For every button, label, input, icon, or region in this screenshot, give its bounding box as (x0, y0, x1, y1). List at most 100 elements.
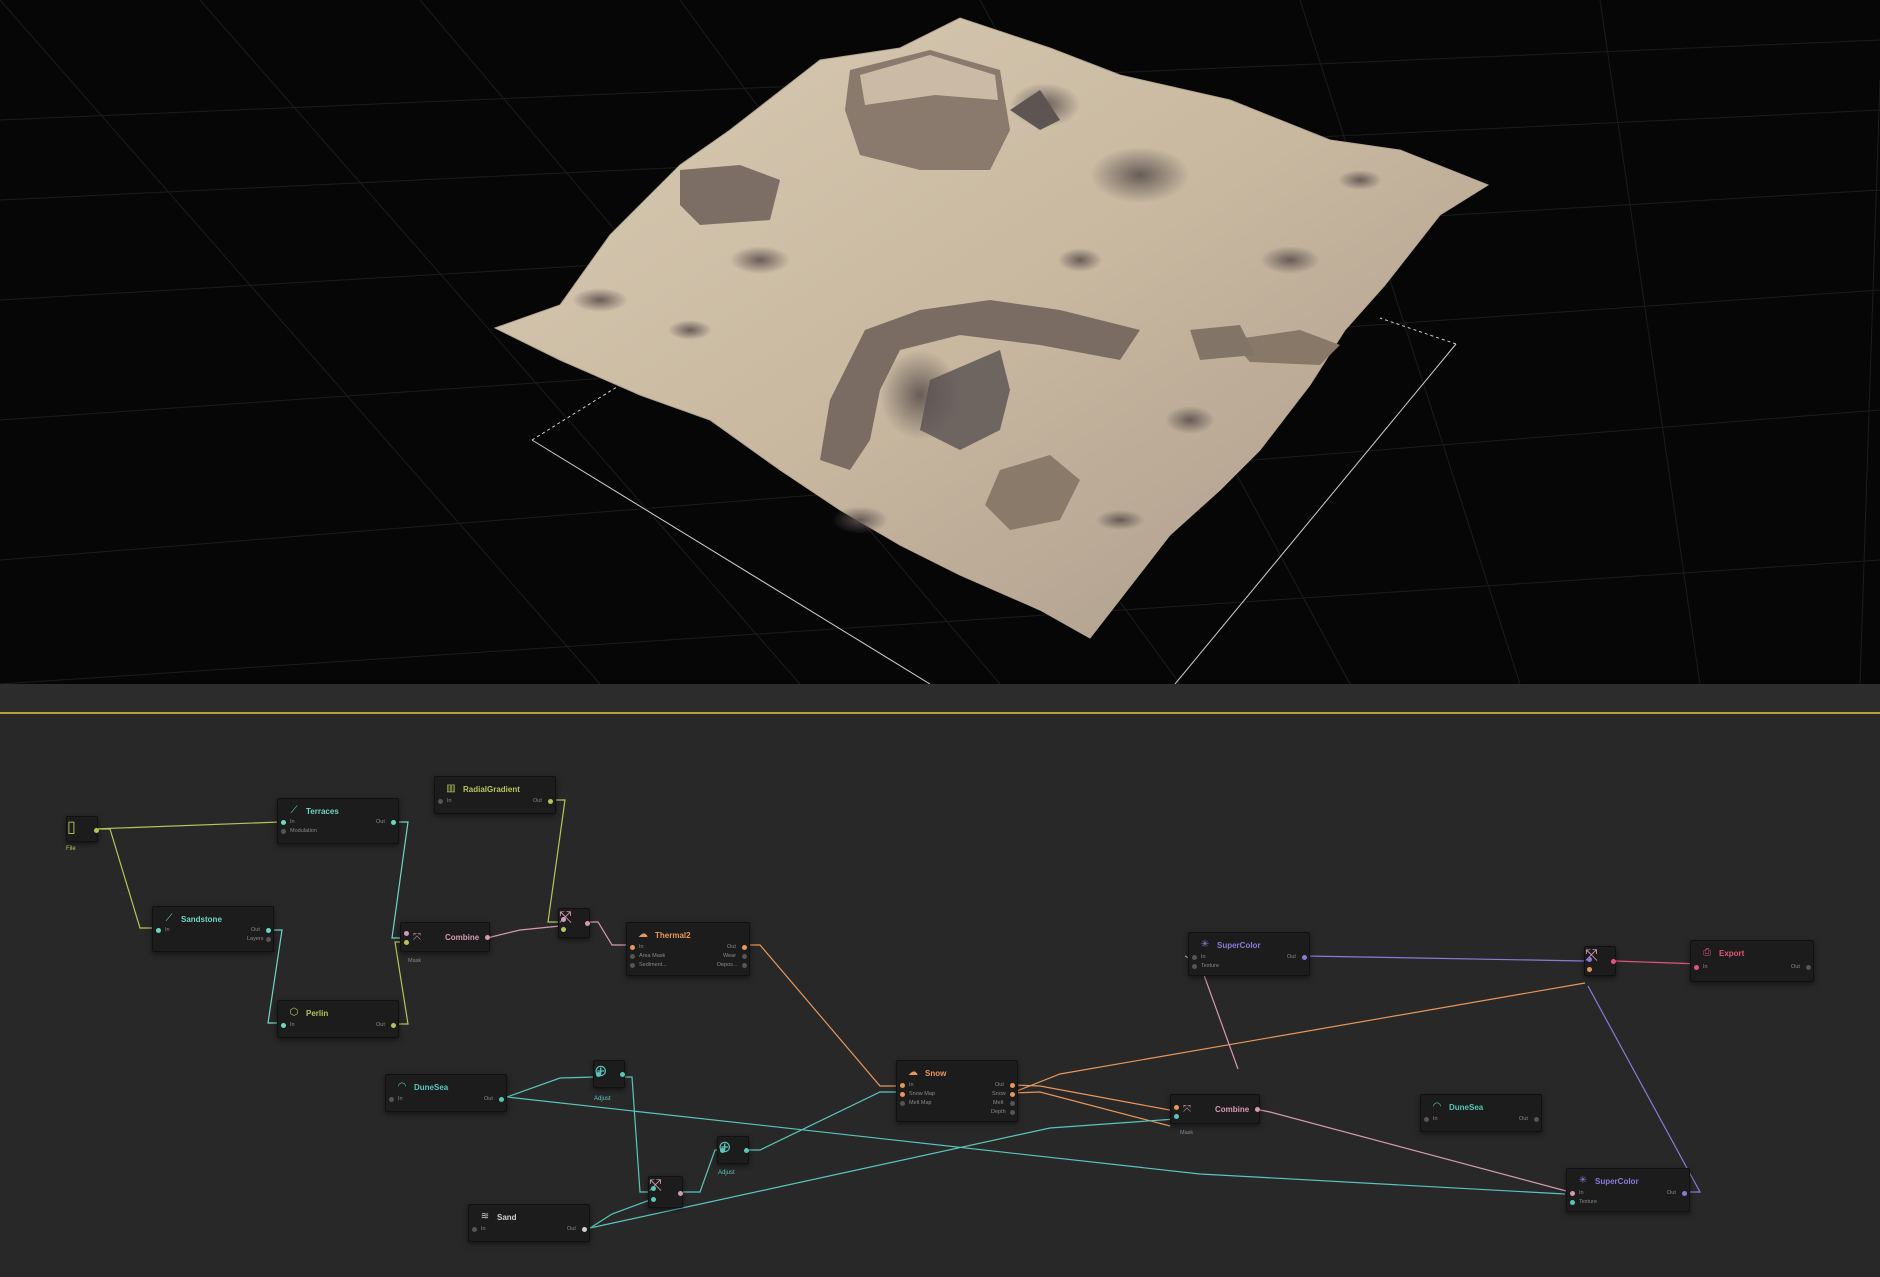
combine-mini-node-3[interactable]: ⤧ (1584, 946, 1616, 976)
snow-snowmap-port[interactable] (900, 1092, 905, 1097)
supercolor1-in-port[interactable] (1192, 955, 1197, 960)
combine-mini-3-in2-port[interactable] (1587, 967, 1592, 972)
snow-meltmap-port[interactable] (900, 1101, 905, 1106)
thermal2-areamask-port[interactable] (630, 954, 635, 959)
snow-depth-port[interactable] (1010, 1110, 1015, 1115)
terraces-node[interactable]: ⟋ Terraces In Modulation Out (277, 798, 399, 844)
combine-mini-2-out-port[interactable] (678, 1191, 683, 1196)
supercolor2-out-port[interactable] (1682, 1191, 1687, 1196)
sandstone-in-port[interactable] (156, 928, 161, 933)
combine-mini-1-in-port[interactable] (561, 917, 566, 922)
supercolor-icon: ✳ (1200, 939, 1210, 950)
radialgradient-title: RadialGradient (463, 785, 520, 794)
export-out-port[interactable] (1806, 965, 1811, 970)
export-in-port[interactable] (1694, 965, 1699, 970)
terraces-modulation-port[interactable] (281, 829, 286, 834)
adjust2-node[interactable]: ⊕ (717, 1136, 749, 1164)
thermal2-sediment-label: Sediment... (639, 962, 667, 968)
combine1-out-port[interactable] (485, 935, 490, 940)
dunesea2-out-port[interactable] (1534, 1117, 1539, 1122)
combine-mini-2-in-port[interactable] (651, 1186, 656, 1191)
adjust1-out-port[interactable] (620, 1072, 625, 1077)
node-graph[interactable]: ▯ File ⟋ Terraces In Modulation Out ▥ Ra… (0, 714, 1880, 1277)
sand-in-port[interactable] (472, 1227, 477, 1232)
thermal2-sediment-port[interactable] (630, 963, 635, 968)
adjust1-node[interactable]: ⊕ (593, 1060, 625, 1088)
sandstone-title: Sandstone (181, 915, 222, 924)
dunesea1-in-label: In (398, 1096, 403, 1102)
adjust-icon: ⊕ (594, 1063, 608, 1080)
thermal2-deposits-port[interactable] (742, 963, 747, 968)
dunesea2-node[interactable]: ◠ DuneSea In Out (1420, 1094, 1542, 1132)
combine2-node[interactable]: ⤧ Combine (1170, 1094, 1260, 1124)
supercolor2-node[interactable]: ✳ SuperColor In Texture Out (1566, 1168, 1690, 1212)
sandstone-layers-port[interactable] (266, 937, 271, 942)
terraces-out-port[interactable] (391, 820, 396, 825)
combine-mini-1-in2-port[interactable] (561, 927, 566, 932)
supercolor1-node[interactable]: ✳ SuperColor In Texture Out (1188, 932, 1310, 976)
snow-out-port[interactable] (1010, 1083, 1015, 1088)
combine1-in-port[interactable] (404, 931, 409, 936)
snow-melt-port[interactable] (1010, 1101, 1015, 1106)
combine-mini-2-in2-port[interactable] (651, 1197, 656, 1202)
file-out-port[interactable] (94, 828, 99, 833)
thermal2-in-port[interactable] (630, 945, 635, 950)
dunesea2-in-port[interactable] (1424, 1117, 1429, 1122)
export-out-label: Out (1791, 964, 1800, 970)
combine-mini-node-2[interactable]: ⤧ (648, 1176, 683, 1208)
radialgradient-in-port[interactable] (438, 799, 443, 804)
supercolor1-out-port[interactable] (1302, 955, 1307, 960)
combine-mini-1-out-port[interactable] (585, 921, 590, 926)
adjust2-icon: ⊕ (718, 1139, 732, 1156)
combine2-in-port[interactable] (1174, 1105, 1179, 1110)
graph-divider[interactable] (0, 684, 1880, 714)
radialgradient-out-port[interactable] (548, 799, 553, 804)
combine1-in2-port[interactable] (404, 940, 409, 945)
supercolor2-in-port[interactable] (1570, 1191, 1575, 1196)
export-icon: ⎙ (1703, 947, 1711, 958)
dunesea1-in-port[interactable] (389, 1097, 394, 1102)
adjust2-out-port[interactable] (744, 1148, 749, 1153)
thermal2-out-label: Out (727, 944, 736, 950)
dunesea2-out-label: Out (1519, 1116, 1528, 1122)
snow-node[interactable]: ☁ Snow In Snow Map Melt Map Out Snow Mel… (896, 1060, 1018, 1122)
sandstone-icon: ⟋ (165, 913, 173, 924)
sand-node[interactable]: ≋ Sand In Out (468, 1204, 590, 1242)
export-in-label: In (1703, 964, 1708, 970)
supercolor1-texture-port[interactable] (1192, 964, 1197, 969)
adjust1-in-port[interactable] (596, 1072, 601, 1077)
snow-title: Snow (925, 1069, 947, 1078)
combine1-node[interactable]: ⤧ Combine (400, 922, 490, 952)
snow-snow-port[interactable] (1010, 1092, 1015, 1097)
perlin-node[interactable]: ⬡ Perlin In Out (277, 1000, 399, 1038)
supercolor1-in-label: In (1201, 954, 1206, 960)
dunesea1-out-port[interactable] (499, 1097, 504, 1102)
combine2-out-port[interactable] (1255, 1107, 1260, 1112)
sand-in-label: In (481, 1226, 486, 1232)
thermal2-wear-port[interactable] (742, 954, 747, 959)
export-node[interactable]: ⎙ Export In Out (1690, 940, 1814, 982)
snow-snowmap-label: Snow Map (909, 1091, 935, 1097)
adjust2-in-port[interactable] (720, 1148, 725, 1153)
file-node[interactable]: ▯ (66, 816, 99, 842)
sand-out-port[interactable] (582, 1227, 587, 1232)
combine-mini-3-in-port[interactable] (1587, 957, 1592, 962)
combine-mini-node-1[interactable]: ⤧ (558, 908, 590, 938)
thermal2-node[interactable]: ☁ Thermal2 In Area Mask Sediment... Out … (626, 922, 750, 976)
radialgradient-node[interactable]: ▥ RadialGradient In Out (434, 776, 556, 814)
combine-mini-3-out-port[interactable] (1611, 959, 1616, 964)
combine2-in2-port[interactable] (1174, 1114, 1179, 1119)
snow-out-label: Out (995, 1082, 1004, 1088)
sandstone-out-port[interactable] (266, 928, 271, 933)
sand-icon: ≋ (480, 1211, 490, 1222)
thermal2-out-port[interactable] (742, 945, 747, 950)
dunesea1-node[interactable]: ◠ DuneSea In Out (385, 1074, 507, 1112)
sandstone-node[interactable]: ⟋ Sandstone In Out Layers (152, 906, 274, 952)
perlin-out-port[interactable] (391, 1023, 396, 1028)
supercolor2-texture-port[interactable] (1570, 1200, 1575, 1205)
3d-viewport[interactable] (0, 0, 1880, 684)
dunesea2-in-label: In (1433, 1116, 1438, 1122)
terraces-in-port[interactable] (281, 820, 286, 825)
perlin-in-port[interactable] (281, 1023, 286, 1028)
snow-in-port[interactable] (900, 1083, 905, 1088)
